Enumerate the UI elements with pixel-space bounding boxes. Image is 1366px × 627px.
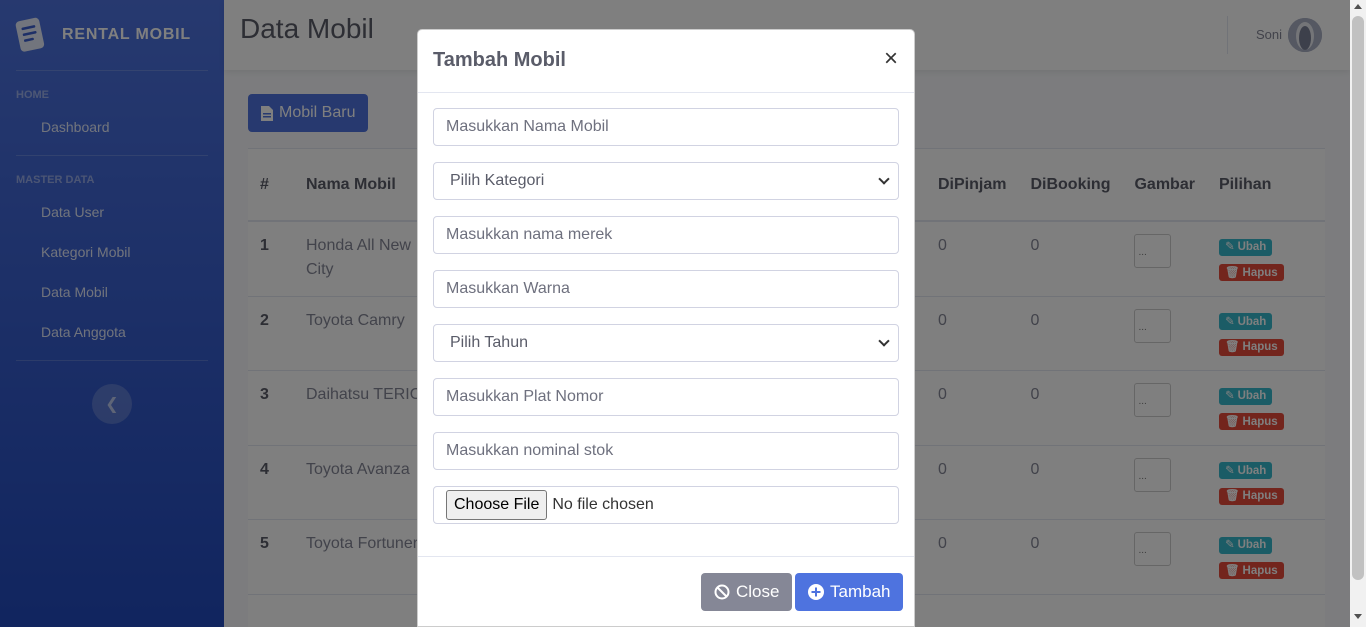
car-name-input[interactable]: Masukkan Nama Mobil [433, 108, 899, 146]
scroll-up-arrow-icon[interactable] [1354, 4, 1362, 9]
file-status-text: No file chosen [552, 496, 654, 513]
stock-input[interactable]: Masukkan nominal stok [433, 432, 899, 470]
plus-circle-icon [808, 584, 824, 600]
year-select-value: Pilih Tahun [450, 334, 528, 351]
category-select[interactable]: Pilih Kategori [433, 162, 899, 200]
choose-file-button[interactable]: Choose File [446, 490, 548, 520]
chevron-down-icon [878, 173, 890, 185]
modal-header: Tambah Mobil × [418, 30, 914, 93]
scroll-down-arrow-icon[interactable] [1354, 614, 1362, 619]
page-scrollbar[interactable] [1350, 0, 1366, 627]
image-file-input[interactable]: Choose File No file chosen [433, 486, 899, 524]
close-button[interactable]: Close [701, 573, 793, 611]
brand-input[interactable]: Masukkan nama merek [433, 216, 899, 254]
modal-title: Tambah Mobil [433, 49, 566, 71]
add-car-modal: Tambah Mobil × Masukkan Nama Mobil Pilih… [417, 29, 915, 627]
color-input[interactable]: Masukkan Warna [433, 270, 899, 308]
year-select[interactable]: Pilih Tahun [433, 324, 899, 362]
add-button-label: Tambah [830, 582, 891, 601]
modal-close-icon[interactable]: × [884, 45, 898, 73]
plate-number-input[interactable]: Masukkan Plat Nomor [433, 378, 899, 416]
close-button-label: Close [736, 582, 780, 601]
category-select-value: Pilih Kategori [450, 172, 545, 189]
add-button[interactable]: Tambah [795, 573, 904, 611]
scrollbar-thumb[interactable] [1352, 16, 1364, 580]
chevron-down-icon [878, 335, 890, 347]
ban-icon [714, 584, 730, 600]
modal-footer: Close Tambah [418, 556, 914, 627]
